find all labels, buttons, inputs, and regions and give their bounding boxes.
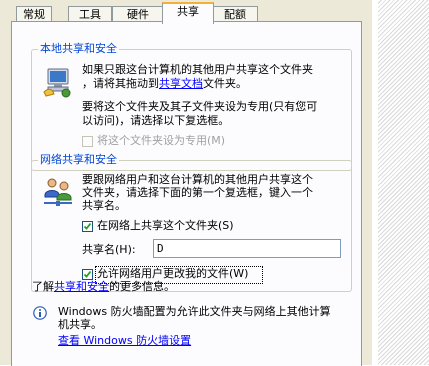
local-sharing-legend: 本地共享和安全 [38, 42, 119, 56]
properties-dialog: 常规 工具 硬件 共享 配额 本地共享和安全 如果只跟这台计算机的其他用户共享这… [0, 0, 372, 366]
tab-general[interactable]: 常规 [16, 6, 52, 22]
firewall-line1: Windows 防火墙配置为允许此文件夹与网络上其他计算 [58, 305, 331, 318]
info-icon [33, 306, 47, 320]
tab-quota[interactable]: 配额 [212, 6, 258, 22]
make-private-checkbox[interactable] [82, 136, 93, 147]
allow-change-label: 允许网络用户更改我的文件(W) [97, 267, 249, 280]
local-info-line2: ，请将其拖动到共享文档文件夹。 [82, 77, 247, 91]
firewall-settings-link[interactable]: 查看 Windows 防火墙设置 [58, 334, 191, 348]
network-info-line3: 共享名。 [82, 199, 126, 212]
learn-more-text: 了解共享和安全的更多信息。 [32, 280, 175, 294]
network-info-line2: 文件夹，请选择下面的第一个复选框，键入一个 [82, 186, 313, 199]
learn-more-post: 的更多信息。 [109, 280, 175, 293]
network-info-line1: 要跟网络用户和这台计算机的其他用户共享这个 [82, 173, 313, 186]
local-info-line2-pre: ，请将其拖动到 [82, 77, 159, 90]
learn-more-pre: 了解 [32, 280, 54, 293]
share-on-network-label: 在网络上共享这个文件夹(S) [97, 219, 234, 232]
share-on-network-checkbox[interactable] [82, 221, 93, 232]
sharing-security-link[interactable]: 共享和安全 [54, 280, 109, 293]
network-sharing-group: 网络共享和安全 要跟网络用户和这台计算机的其他用户共享这个 文件夹，请选择下面的… [31, 153, 352, 292]
local-info-line3: 要将这个文件夹及其子文件夹设为专用(只有您可 [82, 100, 318, 113]
sharing-panel: 本地共享和安全 如果只跟这台计算机的其他用户共享这个文件夹 ，请将其拖动到共享文… [11, 21, 362, 366]
tab-hardware[interactable]: 硬件 [112, 6, 164, 22]
tab-strip: 常规 工具 硬件 共享 配额 [0, 0, 372, 24]
local-info-line4: 以访问)，请选择以下复选框。 [82, 114, 230, 127]
local-info-line1: 如果只跟这台计算机的其他用户共享这个文件夹 [82, 63, 313, 76]
background-hatch [378, 0, 429, 365]
computer-share-icon [42, 66, 74, 98]
share-name-input[interactable]: D [153, 239, 341, 258]
allow-change-checkbox[interactable] [82, 269, 93, 280]
make-private-label: 将这个文件夹设为专用(M) [97, 134, 226, 147]
network-users-icon [42, 175, 74, 207]
tab-sharing[interactable]: 共享 [162, 2, 214, 24]
network-sharing-legend: 网络共享和安全 [38, 153, 119, 167]
firewall-line2: 机共享。 [58, 318, 102, 331]
share-name-label: 共享名(H): [82, 243, 136, 256]
shared-documents-link[interactable]: 共享文档 [159, 77, 203, 90]
local-info-line2-post: 文件夹。 [203, 77, 247, 90]
tab-tools[interactable]: 工具 [68, 6, 112, 22]
